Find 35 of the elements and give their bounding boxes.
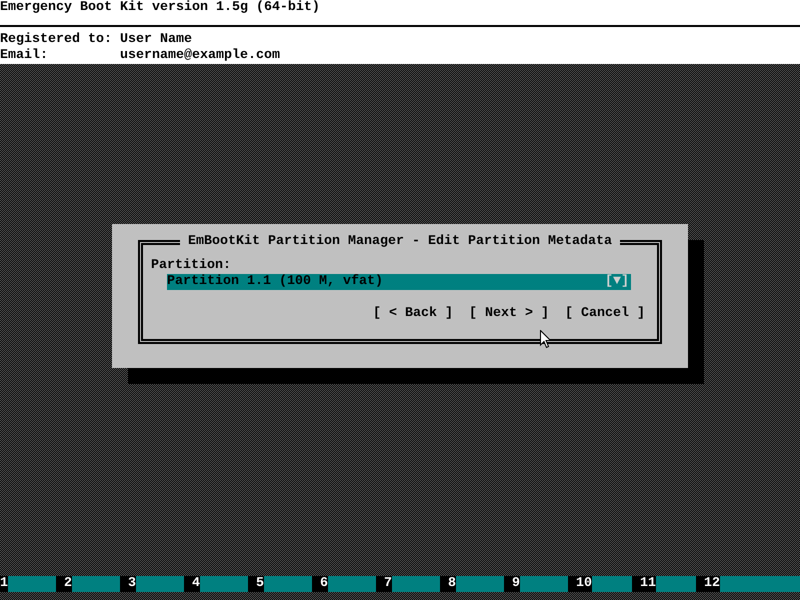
function-key-label[interactable] bbox=[200, 576, 248, 592]
function-key-label[interactable] bbox=[520, 576, 568, 592]
function-key-number: 6 bbox=[320, 576, 328, 592]
function-key-number: 12 bbox=[704, 576, 720, 592]
app-title: Emergency Boot Kit version 1.5g (64-bit) bbox=[0, 0, 321, 16]
function-key-label[interactable] bbox=[592, 576, 632, 592]
dialog-button[interactable]: [ Cancel ] bbox=[565, 306, 645, 322]
function-key-label[interactable] bbox=[392, 576, 440, 592]
partition-label: Partition: bbox=[151, 258, 232, 274]
function-key-label[interactable] bbox=[456, 576, 504, 592]
function-key-number: 2 bbox=[64, 576, 72, 592]
function-key-label[interactable] bbox=[136, 576, 184, 592]
function-key-number: 8 bbox=[448, 576, 456, 592]
function-key-label[interactable] bbox=[328, 576, 376, 592]
function-key-number: 3 bbox=[128, 576, 136, 592]
field-label: Registered to: bbox=[0, 32, 113, 48]
field-value: username@example.com bbox=[120, 48, 280, 64]
function-key-number: 9 bbox=[512, 576, 520, 592]
function-key-label[interactable] bbox=[720, 576, 800, 592]
function-key-label[interactable] bbox=[264, 576, 312, 592]
function-key-label[interactable] bbox=[8, 576, 56, 592]
function-key-number: 7 bbox=[384, 576, 392, 592]
function-key-number: 4 bbox=[192, 576, 200, 592]
function-key-number: 10 bbox=[576, 576, 592, 592]
dialog-button[interactable]: [ < Back ] bbox=[373, 306, 454, 322]
function-key-number: 1 bbox=[0, 576, 8, 592]
function-key-label[interactable] bbox=[72, 576, 120, 592]
partition-dropdown[interactable]: Partition 1.1 (100 M, vfat) [▼] bbox=[167, 274, 631, 290]
function-key-number: 5 bbox=[256, 576, 264, 592]
function-key-label[interactable] bbox=[656, 576, 696, 592]
dialog-button[interactable]: [ Next > ] bbox=[469, 306, 550, 322]
function-key-number: 11 bbox=[640, 576, 656, 592]
field-label: Email: bbox=[0, 48, 49, 64]
field-value: User Name bbox=[120, 32, 192, 48]
dialog-title: EmBootKit Partition Manager - Edit Partition Metadata bbox=[187, 234, 613, 250]
